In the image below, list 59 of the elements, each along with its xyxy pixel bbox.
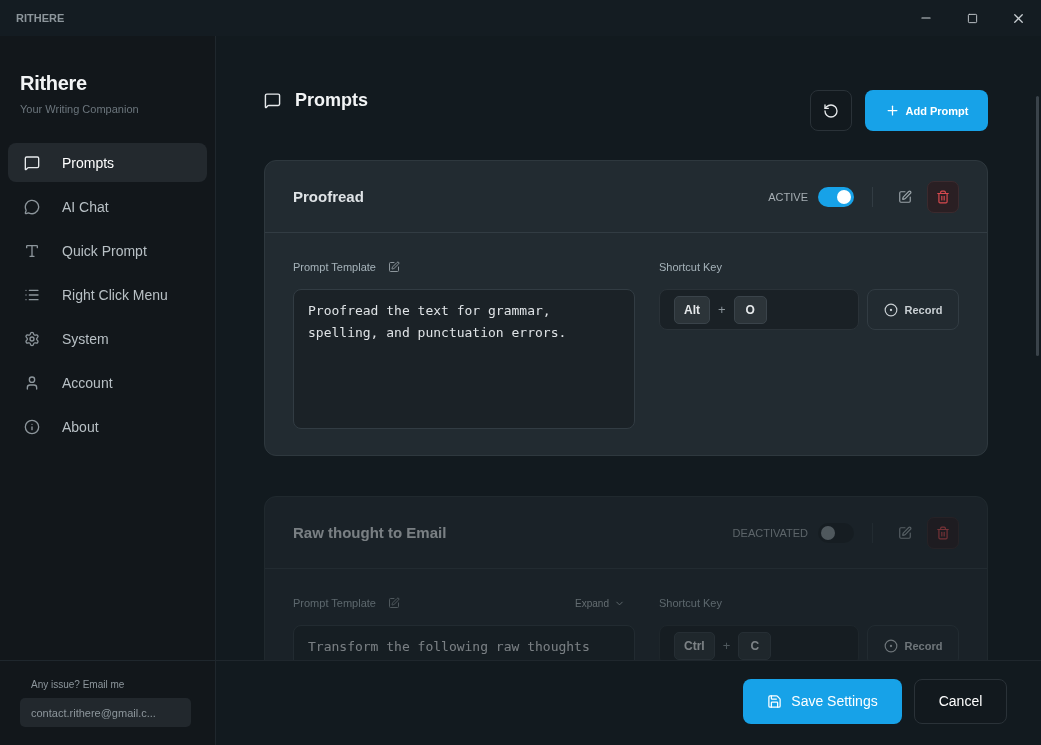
edit-icon bbox=[898, 525, 912, 540]
info-icon bbox=[24, 418, 40, 435]
nav-item[interactable]: Quick Prompt bbox=[8, 231, 207, 270]
edit-icon[interactable] bbox=[387, 261, 400, 273]
chat-icon bbox=[24, 154, 40, 171]
plus-icon bbox=[884, 103, 900, 118]
edit-icon[interactable] bbox=[387, 597, 400, 609]
plus-sign: + bbox=[718, 302, 726, 317]
active-toggle[interactable] bbox=[818, 522, 854, 543]
key-cap: O bbox=[733, 295, 767, 324]
record-icon bbox=[883, 302, 898, 317]
nav-item[interactable]: Right Click Menu bbox=[8, 275, 207, 314]
shortcut-field[interactable]: Ctrl + C bbox=[659, 625, 859, 660]
record-icon bbox=[883, 638, 898, 653]
record-button[interactable]: Record bbox=[867, 289, 959, 330]
key-cap: C bbox=[738, 631, 772, 660]
cancel-button[interactable]: Cancel bbox=[914, 678, 1007, 724]
template-field[interactable]: Proofread the text for grammar, spelling, and punctuation errors. bbox=[293, 289, 635, 429]
nav-item[interactable]: Account bbox=[8, 363, 207, 402]
text-icon bbox=[24, 242, 40, 259]
maximize-icon bbox=[966, 12, 978, 24]
field-label: Prompt Template bbox=[293, 261, 376, 273]
email-field[interactable]: contact.rithere@gmail.c... bbox=[20, 698, 191, 727]
field-label: Shortcut Key bbox=[659, 597, 722, 609]
nav-item[interactable]: About bbox=[8, 407, 207, 446]
tagline: Your Writing Companion bbox=[20, 103, 140, 115]
trash-icon bbox=[936, 189, 950, 204]
active-toggle[interactable] bbox=[818, 186, 854, 207]
key-cap: Alt bbox=[674, 295, 710, 324]
prompt-title: Raw thought to Email bbox=[293, 524, 448, 541]
chat-icon bbox=[264, 92, 281, 109]
scrollbar[interactable] bbox=[1036, 96, 1039, 356]
nav-item[interactable]: AI Chat bbox=[8, 187, 207, 226]
status-label: DEACTIVATED bbox=[732, 526, 808, 539]
status-label: ACTIVE bbox=[768, 190, 808, 203]
delete-button[interactable] bbox=[927, 516, 959, 549]
window-title: RITHERE bbox=[16, 12, 65, 24]
edit-icon bbox=[898, 189, 912, 204]
reset-button[interactable] bbox=[810, 90, 852, 131]
plus-sign: + bbox=[722, 638, 731, 653]
template-field[interactable]: Transform the following raw thoughts bbox=[293, 625, 635, 660]
nav-item[interactable]: Prompts bbox=[8, 143, 207, 182]
save-icon bbox=[767, 693, 783, 709]
nav-item[interactable]: System bbox=[8, 319, 207, 358]
user-icon bbox=[24, 374, 40, 391]
shortcut-field[interactable]: Alt + O bbox=[659, 289, 859, 330]
field-label: Prompt Template bbox=[293, 597, 376, 609]
prompt-title: Proofread bbox=[293, 188, 365, 205]
settings-icon bbox=[24, 330, 40, 347]
delete-button[interactable] bbox=[927, 180, 959, 213]
chat-bubble-icon bbox=[24, 198, 40, 215]
field-label: Shortcut Key bbox=[659, 261, 722, 273]
rotate-icon bbox=[823, 102, 839, 119]
app-name: Rithere bbox=[20, 72, 88, 95]
trash-icon bbox=[936, 525, 950, 540]
record-button[interactable]: Record bbox=[867, 625, 959, 660]
support-label: Any issue? Email me bbox=[30, 679, 126, 690]
key-cap: Ctrl bbox=[674, 631, 715, 660]
page-title: Prompts bbox=[295, 90, 368, 111]
